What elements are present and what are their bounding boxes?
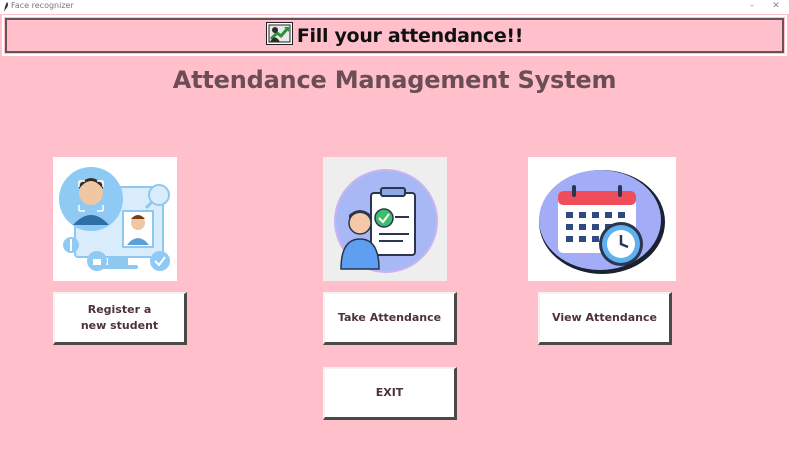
take-attendance-label: Take Attendance — [337, 311, 442, 324]
register-student-label: Register a new student — [80, 303, 159, 332]
view-attendance-illustration — [528, 157, 676, 281]
calendar-icon — [528, 157, 676, 281]
checklist-icon — [323, 157, 447, 281]
take-attendance-illustration — [323, 157, 447, 281]
feather-icon — [4, 2, 9, 12]
exit-button[interactable]: EXIT — [323, 367, 457, 420]
minimize-button[interactable]: – — [742, 0, 762, 14]
register-student-button[interactable]: Register a new student — [53, 292, 187, 345]
close-button[interactable]: ✕ — [766, 0, 786, 14]
view-attendance-label: View Attendance — [552, 311, 657, 324]
attendance-chart-icon — [265, 22, 293, 45]
banner: Fill your attendance!! — [2, 15, 787, 56]
view-attendance-button[interactable]: View Attendance — [538, 292, 672, 345]
register-illustration — [53, 157, 177, 281]
face-recognition-icon — [53, 157, 177, 281]
window-titlebar: Face recognizer – ✕ — [0, 0, 789, 14]
page-title: Attendance Management System — [172, 66, 617, 94]
banner-title: Fill your attendance!! — [296, 24, 524, 47]
exit-label: EXIT — [375, 386, 404, 399]
take-attendance-button[interactable]: Take Attendance — [323, 292, 457, 345]
window-title: Face recognizer — [11, 1, 74, 10]
